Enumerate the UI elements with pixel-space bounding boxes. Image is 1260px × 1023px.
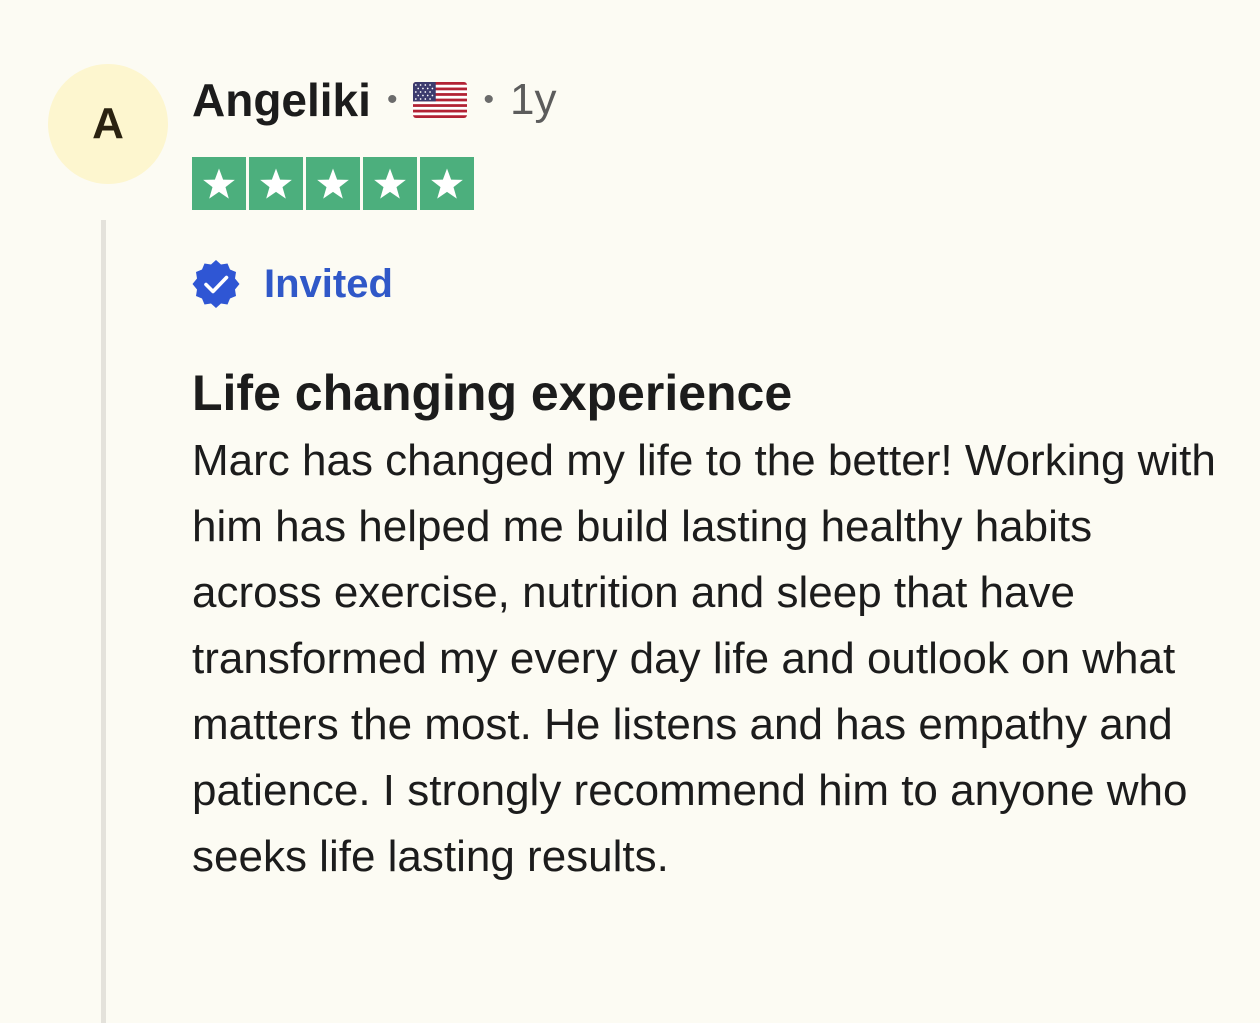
us-flag-icon bbox=[413, 82, 468, 118]
verified-badge-icon bbox=[190, 258, 242, 310]
star-icon bbox=[306, 157, 360, 210]
avatar[interactable]: A bbox=[48, 64, 168, 184]
reviewer-name[interactable]: Angeliki bbox=[192, 73, 371, 127]
separator-dot: • bbox=[483, 83, 494, 116]
invited-badge[interactable]: Invited bbox=[190, 258, 393, 310]
invited-label: Invited bbox=[264, 261, 393, 306]
star-icon bbox=[420, 157, 474, 210]
separator-dot: • bbox=[386, 83, 398, 116]
review-title: Life changing experience bbox=[192, 365, 793, 421]
star-icon bbox=[363, 157, 417, 210]
star-icon bbox=[192, 157, 246, 210]
review-header: Angeliki • • 1y bbox=[192, 72, 556, 128]
review-age[interactable]: 1y bbox=[510, 75, 556, 125]
review-body: Marc has changed my life to the better! … bbox=[192, 436, 1216, 881]
star-rating bbox=[192, 157, 474, 210]
star-icon bbox=[249, 157, 303, 210]
thread-line bbox=[101, 220, 106, 1023]
review-card: A Angeliki • • 1y Invited Life changing … bbox=[0, 0, 1260, 1023]
